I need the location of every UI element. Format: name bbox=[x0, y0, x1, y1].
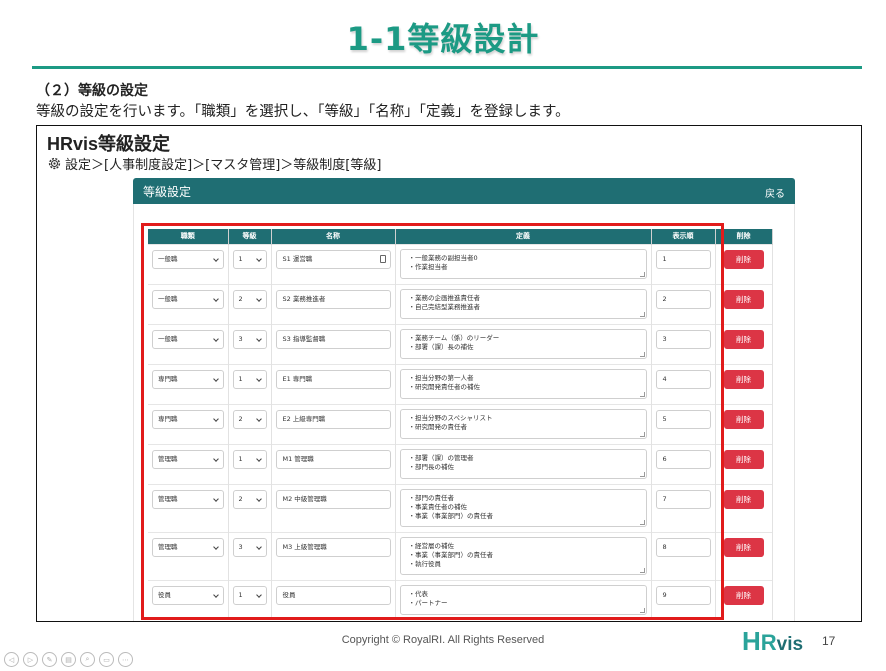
delete-button[interactable]: 削除 bbox=[723, 409, 764, 429]
logo-letter-r: R bbox=[760, 630, 777, 655]
delete-button[interactable]: 削除 bbox=[723, 329, 764, 349]
zoom-icon[interactable]: ⌕ bbox=[80, 652, 95, 667]
title-rule bbox=[32, 66, 862, 69]
app-title: HRvis等級設定 bbox=[47, 134, 171, 154]
screenshot-frame: HRvis等級設定 設定＞[人事制度設定]＞[マスタ管理]＞等級制度[等級] 等… bbox=[36, 125, 862, 622]
slides-icon[interactable]: ▤ bbox=[61, 652, 76, 667]
hrvis-logo: H R vis bbox=[742, 626, 803, 657]
highlight-box bbox=[141, 223, 724, 620]
delete-button[interactable]: 削除 bbox=[723, 369, 764, 389]
more-options-icon[interactable]: ⋯ bbox=[118, 652, 133, 667]
logo-letter-h: H bbox=[742, 626, 761, 656]
delete-button[interactable]: 削除 bbox=[723, 289, 764, 309]
delete-button[interactable]: 削除 bbox=[723, 249, 764, 269]
slide-title: 1-1等級設計 bbox=[346, 20, 540, 58]
delete-button[interactable]: 削除 bbox=[723, 489, 764, 509]
panel-header: 等級設定 戻る bbox=[133, 178, 795, 204]
subtitles-icon[interactable]: ▭ bbox=[99, 652, 114, 667]
delete-button[interactable]: 削除 bbox=[723, 585, 764, 605]
page-number: 17 bbox=[822, 634, 836, 648]
section-description: 等級の設定を行います。「職類」を選択し、「等級」「名称」「定義」を登録します。 bbox=[36, 104, 570, 120]
presentation-controls: ◁ ▷ ✎ ▤ ⌕ ▭ ⋯ bbox=[4, 652, 133, 667]
delete-button[interactable]: 削除 bbox=[723, 537, 764, 557]
delete-button[interactable]: 削除 bbox=[723, 449, 764, 469]
previous-slide-icon[interactable]: ◁ bbox=[4, 652, 19, 667]
gear-icon bbox=[48, 157, 61, 170]
back-link[interactable]: 戻る bbox=[765, 185, 785, 200]
breadcrumb: 設定＞[人事制度設定]＞[マスタ管理]＞等級制度[等級] bbox=[47, 154, 381, 173]
breadcrumb-text: 設定＞[人事制度設定]＞[マスタ管理]＞等級制度[等級] bbox=[65, 158, 382, 173]
pen-icon[interactable]: ✎ bbox=[42, 652, 57, 667]
logo-vis: vis bbox=[776, 634, 804, 655]
next-slide-icon[interactable]: ▷ bbox=[23, 652, 38, 667]
panel-title: 等級設定 bbox=[143, 185, 192, 199]
section-heading: （２）等級の設定 bbox=[36, 83, 148, 99]
